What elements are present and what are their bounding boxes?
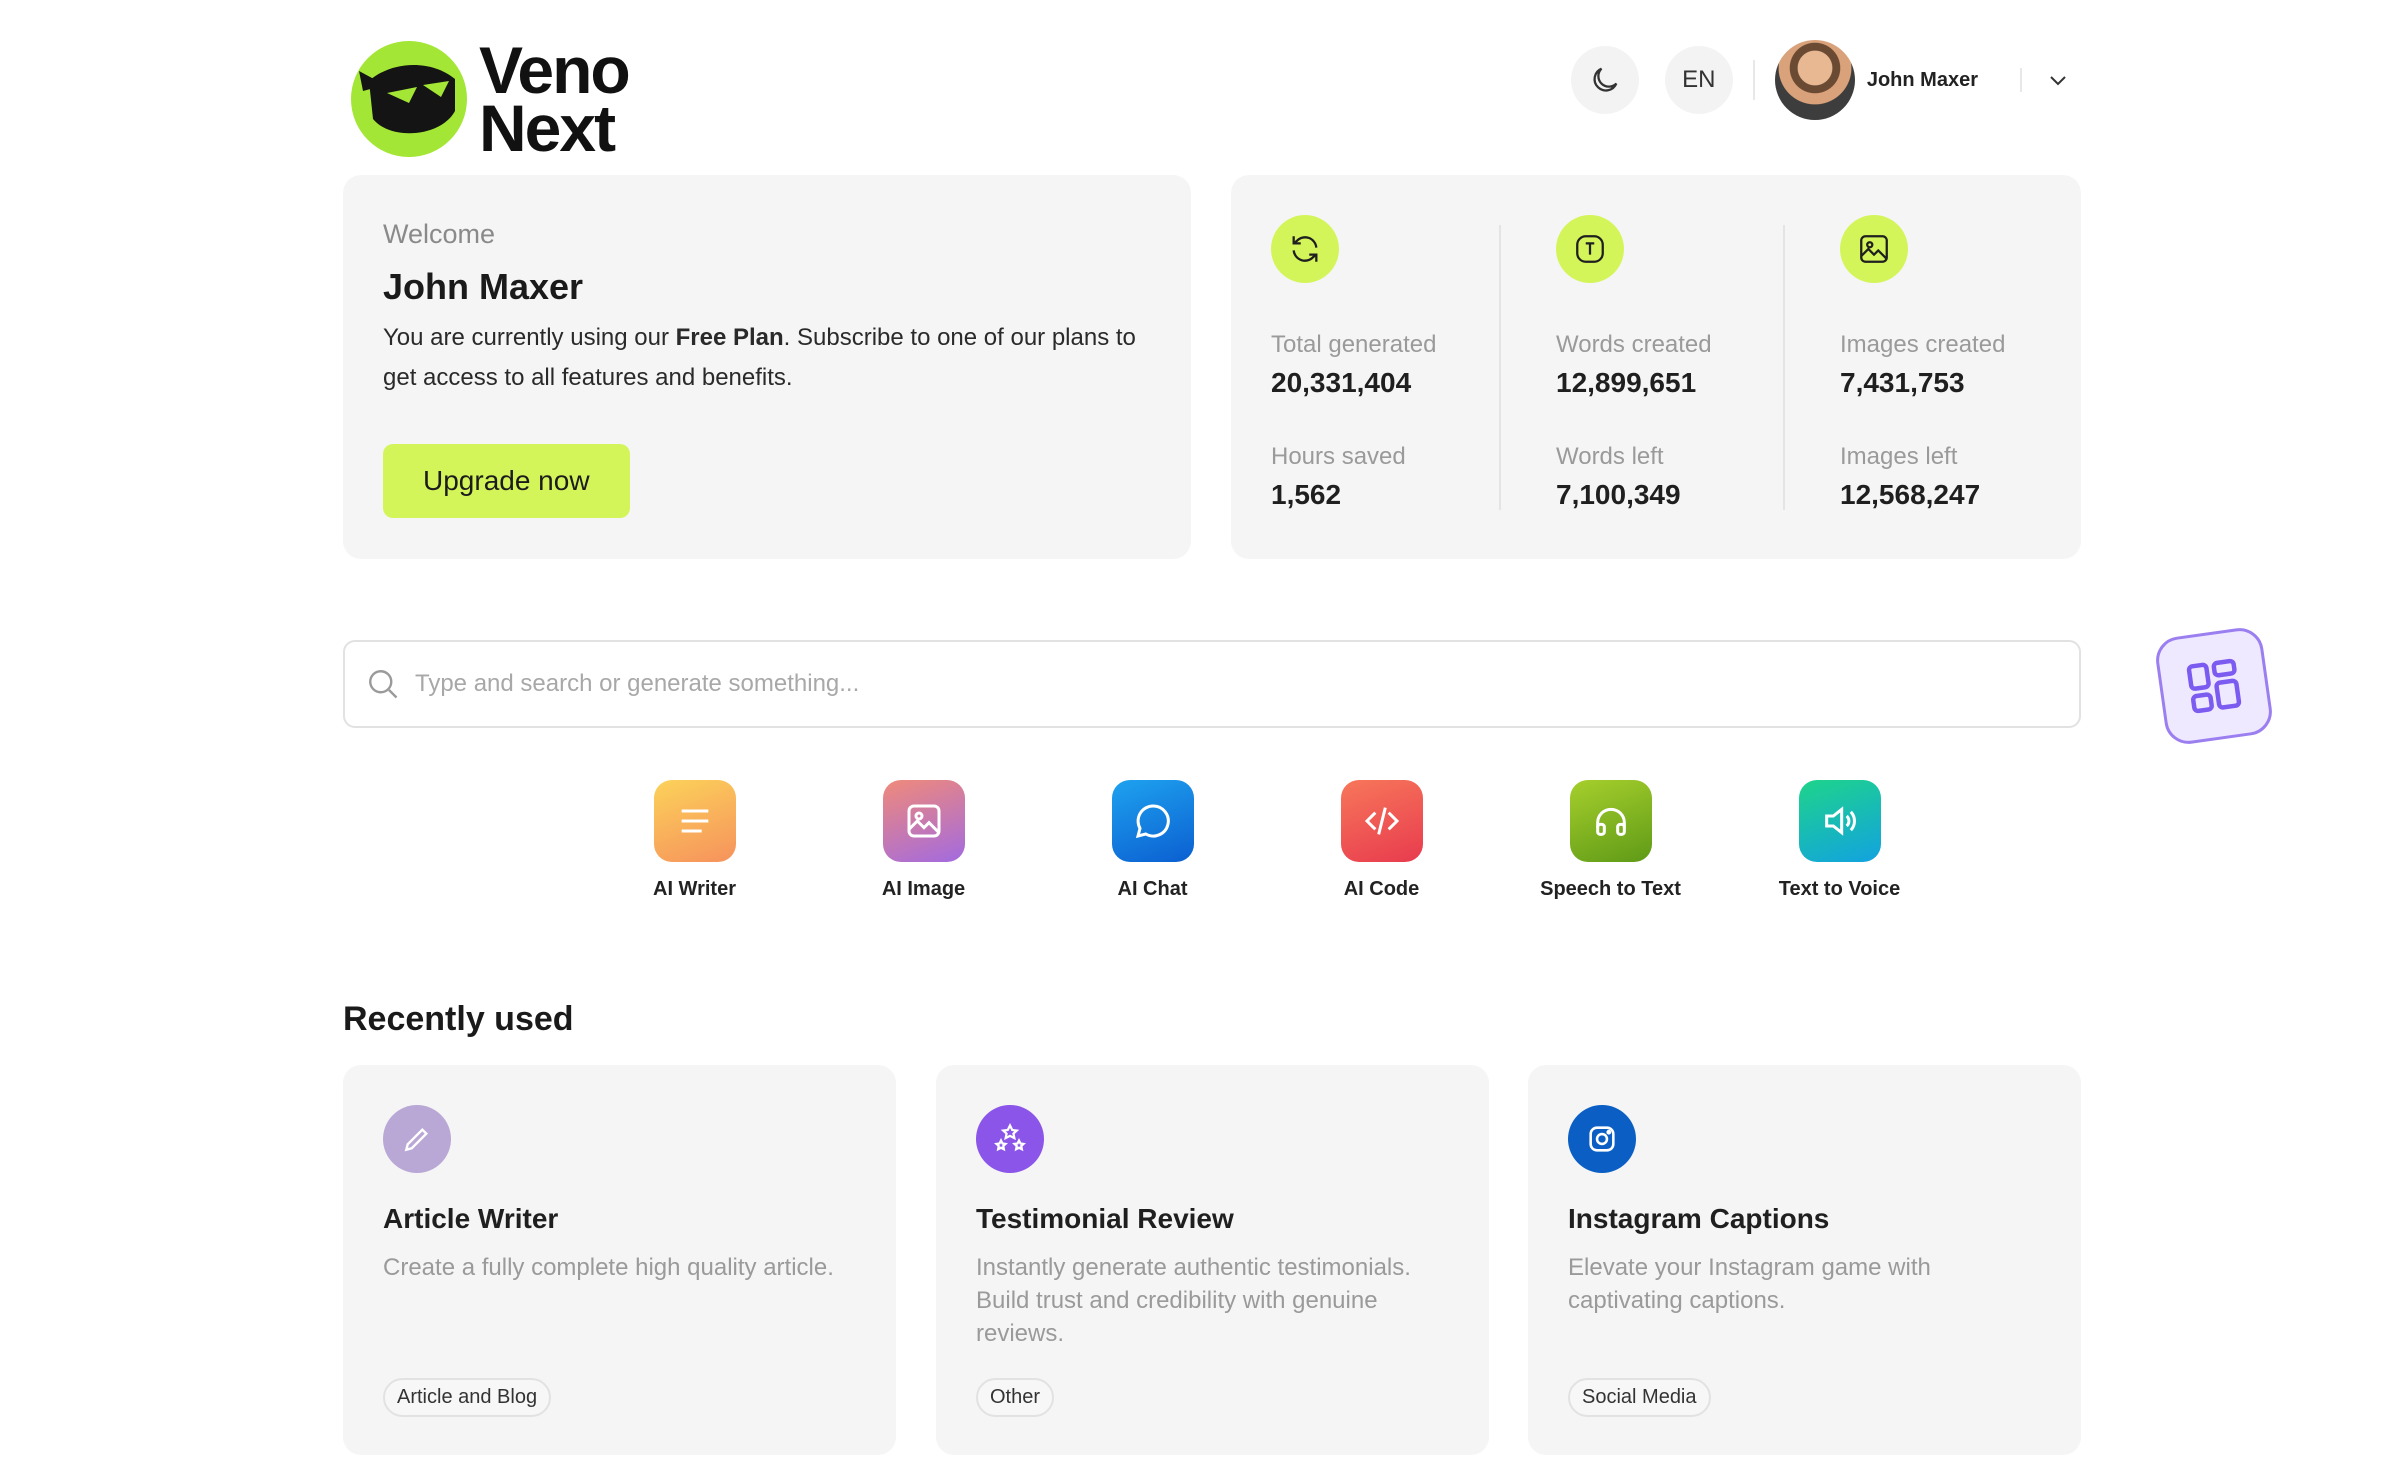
plan-description: You are currently using our Free Plan. S… (383, 324, 1136, 391)
lines-icon (653, 780, 736, 862)
brand-name: Veno Next (479, 33, 631, 165)
stat-block: Hours saved 1,562 (1271, 443, 1406, 510)
stats-card: Total generated 20,331,404 Hours saved 1… (1231, 175, 2081, 559)
code-icon (1340, 780, 1423, 862)
headphones-icon (1569, 780, 1652, 862)
card-title: Instagram Captions (1568, 1203, 1830, 1234)
tool-text-to-voice[interactable]: Text to Voice (1725, 780, 1954, 901)
text-icon (1556, 215, 1624, 283)
recent-card-testimonial-review[interactable]: Testimonial Review Instantly generate au… (936, 1065, 1489, 1455)
search-bar[interactable] (343, 640, 2081, 728)
plan-name: Free Plan (675, 324, 784, 351)
stat-column-images: Images created 7,431,753 Images left 12,… (1840, 215, 2005, 511)
chat-bubble-icon (1111, 780, 1194, 862)
stat-column-words: Words created 12,899,651 Words left 7,10… (1556, 215, 1712, 511)
tool-ai-image[interactable]: AI Image (809, 780, 1038, 901)
tools-row: AI Writer AI Image AI Chat AI Code Speec… (580, 780, 1954, 901)
category-tag[interactable]: Article and Blog (383, 1378, 552, 1417)
header-divider (2020, 68, 2022, 92)
image-icon (1840, 215, 1908, 283)
tool-ai-code[interactable]: AI Code (1267, 780, 1496, 901)
recent-card-article-writer[interactable]: Article Writer Create a fully complete h… (343, 1065, 896, 1455)
speaker-icon (1798, 780, 1881, 862)
grid-apps-icon (2186, 658, 2242, 714)
stat-column-total: Total generated 20,331,404 Hours saved 1… (1271, 215, 1436, 511)
card-description: Elevate your Instagram game with captiva… (1568, 1254, 1931, 1314)
card-title: Article Writer (383, 1203, 559, 1234)
stat-block: Images left 12,568,247 (1840, 443, 1981, 510)
stat-block: Words left 7,100,349 (1556, 443, 1681, 510)
refresh-icon (1271, 215, 1339, 283)
category-tag[interactable]: Social Media (1568, 1378, 1711, 1417)
welcome-user-name: John Maxer (383, 266, 584, 307)
moon-icon (1593, 67, 1618, 92)
avatar[interactable] (1774, 40, 1855, 120)
tool-ai-writer[interactable]: AI Writer (580, 780, 809, 901)
welcome-kicker: Welcome (383, 219, 496, 249)
recently-used-title: Recently used (343, 1000, 574, 1038)
theme-toggle-button[interactable] (1570, 46, 1639, 114)
tool-speech-to-text[interactable]: Speech to Text (1496, 780, 1725, 901)
stat-block: Words created 12,899,651 (1556, 331, 1712, 398)
instagram-icon (1568, 1105, 1636, 1173)
category-tag[interactable]: Other (976, 1378, 1055, 1417)
brand-logo[interactable]: Veno Next (351, 33, 631, 165)
ninja-logo-icon (351, 41, 467, 157)
stars-icon (976, 1105, 1044, 1173)
search-icon (369, 670, 398, 699)
search-input[interactable] (415, 670, 2015, 698)
image-icon (882, 780, 965, 862)
header-actions: EN John Maxer (1570, 40, 2070, 120)
stat-block: Images created 7,431,753 (1840, 331, 2006, 398)
header-divider (1752, 60, 1755, 100)
chevron-down-icon[interactable] (2046, 68, 2070, 92)
user-name[interactable]: John Maxer (1867, 69, 1978, 92)
stat-divider (1783, 225, 1785, 510)
stat-block: Total generated 20,331,404 (1271, 331, 1437, 398)
apps-launcher-button[interactable] (2153, 625, 2275, 747)
welcome-card: Welcome John Maxer You are currently usi… (343, 175, 1191, 559)
pencil-icon (383, 1105, 451, 1173)
card-title: Testimonial Review (976, 1203, 1234, 1234)
language-button[interactable]: EN (1664, 46, 1733, 114)
stat-divider (1499, 225, 1501, 510)
upgrade-button[interactable]: Upgrade now (383, 444, 630, 518)
card-description: Instantly generate authentic testimonial… (976, 1254, 1411, 1347)
recent-card-instagram-captions[interactable]: Instagram Captions Elevate your Instagra… (1528, 1065, 2081, 1455)
card-description: Create a fully complete high quality art… (383, 1254, 834, 1281)
tool-ai-chat[interactable]: AI Chat (1038, 780, 1267, 901)
